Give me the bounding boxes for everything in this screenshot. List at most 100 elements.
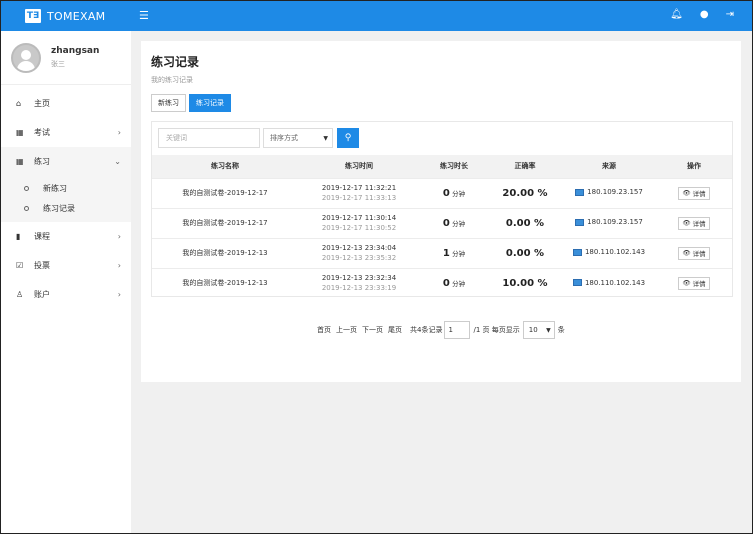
calendar-icon: ▦ bbox=[16, 128, 24, 137]
sidebar-item-vote[interactable]: ☑ 投票 › bbox=[1, 251, 131, 280]
time-end: 2019-12-13 23:35:32 bbox=[321, 254, 397, 262]
chevron-right-icon: › bbox=[117, 290, 121, 299]
caret-down-icon: ▼ bbox=[546, 326, 551, 334]
practice-action: 👁︎ 详情 bbox=[656, 237, 732, 268]
next-page-link[interactable]: 下一页 bbox=[362, 325, 383, 335]
column-header[interactable]: 正确率 bbox=[488, 155, 562, 178]
topbar: T∃ TOMEXAM ☰ 🔔︎ ● ⇥ bbox=[1, 1, 752, 31]
detail-button-label: 详情 bbox=[692, 280, 706, 289]
sidebar-item-course[interactable]: ▮ 课程 › bbox=[1, 222, 131, 251]
practice-time: 2019-12-13 23:34:04 2019-12-13 23:35:32 bbox=[298, 237, 420, 268]
table-row: 我的自测试卷-2019-12-17 2019-12-17 11:30:14 20… bbox=[152, 207, 732, 238]
computer-icon bbox=[575, 218, 585, 226]
username: zhangsan bbox=[51, 46, 100, 56]
page-title: 练习记录 bbox=[151, 55, 200, 69]
eye-icon: 👁︎ bbox=[682, 249, 691, 257]
app-name: TOMEXAM bbox=[47, 9, 106, 23]
hamburger-icon[interactable]: ☰ bbox=[139, 9, 149, 22]
time-end: 2019-12-13 23:33:19 bbox=[321, 284, 397, 293]
accuracy-value: 0.00 % bbox=[505, 217, 545, 229]
accuracy-value: 0.00 % bbox=[505, 247, 545, 259]
column-header[interactable]: 练习时长 bbox=[420, 155, 488, 178]
practice-duration: 0 分钟 bbox=[420, 177, 488, 208]
app-frame: T∃ TOMEXAM ☰ 🔔︎ ● ⇥ zhangsan 张三 ⌂ 主页 ▦ 考… bbox=[0, 0, 753, 534]
practice-accuracy: 0.00 % bbox=[488, 237, 562, 268]
duration-value: 0 bbox=[442, 217, 450, 229]
table-row: 我的自测试卷-2019-12-13 2019-12-13 23:34:04 20… bbox=[152, 237, 732, 268]
column-header[interactable]: 练习时间 bbox=[298, 155, 420, 178]
sort-select[interactable]: 排序方式 ▼ bbox=[263, 128, 333, 148]
accuracy-value: 20.00 % bbox=[502, 187, 548, 199]
column-header: 操作 bbox=[656, 155, 732, 178]
detail-button[interactable]: 👁︎ 详情 bbox=[678, 186, 710, 200]
tab-practice-records[interactable]: 练习记录 bbox=[189, 94, 231, 112]
main-area: 练习记录 我的练习记录 新练习 练习记录 关键词 排序方式 ▼ ⚲ 练习名称 练… bbox=[131, 31, 752, 533]
duration-unit: 分钟 bbox=[452, 189, 466, 198]
page-subtitle: 我的练习记录 bbox=[151, 76, 193, 84]
practice-time: 2019-12-17 11:30:14 2019-12-17 11:30:52 bbox=[298, 207, 420, 238]
time-start: 2019-12-13 23:34:04 bbox=[321, 244, 397, 252]
prev-page-link[interactable]: 上一页 bbox=[336, 325, 357, 335]
search-button[interactable]: ⚲ bbox=[337, 128, 359, 148]
practice-name: 我的自测试卷-2019-12-13 bbox=[152, 237, 298, 268]
top-icons: 🔔︎ ● ⇥ bbox=[670, 9, 734, 20]
sidebar-item-home[interactable]: ⌂ 主页 bbox=[1, 89, 131, 118]
chevron-down-icon: ⌄ bbox=[114, 157, 121, 166]
sidebar-subitem-practice-records[interactable]: 练习记录 bbox=[1, 198, 131, 218]
brand[interactable]: T∃ TOMEXAM bbox=[1, 1, 131, 31]
logout-icon[interactable]: ⇥ bbox=[726, 9, 734, 20]
practice-time: 2019-12-17 11:32:21 2019-12-17 11:33:13 bbox=[298, 177, 420, 208]
page-number-input[interactable]: 1 bbox=[444, 321, 471, 339]
user-display-name: 张三 bbox=[51, 60, 65, 68]
detail-button-label: 详情 bbox=[692, 190, 706, 198]
user-circle-icon[interactable]: ● bbox=[700, 9, 709, 20]
user-panel: zhangsan 张三 bbox=[1, 31, 131, 85]
sidebar-item-account[interactable]: ♙ 账户 › bbox=[1, 280, 131, 309]
chevron-right-icon: › bbox=[117, 261, 121, 270]
sidebar-item-exam[interactable]: ▦ 考试 › bbox=[1, 118, 131, 147]
pagination: 首页 上一页 下一页 尾页 共4条记录 1 /1 页 每页显示 10 ▼ 条 bbox=[317, 321, 565, 339]
records-panel: 关键词 排序方式 ▼ ⚲ 练习名称 练习时间 练习时长 正确率 来源 操作 我的… bbox=[151, 121, 733, 298]
detail-button[interactable]: 👁︎ 详情 bbox=[678, 246, 710, 260]
source-ip: 180.109.23.157 bbox=[587, 188, 643, 197]
column-header[interactable]: 来源 bbox=[562, 155, 656, 178]
practice-duration: 0 分钟 bbox=[420, 207, 488, 238]
tab-new-practice[interactable]: 新练习 bbox=[151, 94, 186, 112]
time-start: 2019-12-17 11:30:14 bbox=[321, 214, 397, 222]
practice-time: 2019-12-13 23:32:34 2019-12-13 23:33:19 bbox=[298, 267, 420, 298]
computer-icon bbox=[572, 248, 582, 256]
sidebar-item-label: 账户 bbox=[34, 290, 50, 299]
page-size-value: 10 bbox=[528, 326, 538, 334]
sidebar-subitem-new-practice[interactable]: 新练习 bbox=[1, 178, 131, 198]
practice-name: 我的自测试卷-2019-12-17 bbox=[152, 207, 298, 238]
first-page-link[interactable]: 首页 bbox=[317, 325, 331, 335]
book-icon: ▮ bbox=[16, 232, 21, 241]
keyword-input[interactable]: 关键词 bbox=[158, 128, 260, 148]
duration-unit: 分钟 bbox=[452, 279, 466, 288]
eye-icon: 👁︎ bbox=[682, 279, 691, 288]
bell-icon[interactable]: 🔔︎ bbox=[670, 9, 683, 20]
time-start: 2019-12-17 11:32:21 bbox=[321, 184, 397, 192]
source-ip: 180.110.102.143 bbox=[584, 248, 646, 257]
practice-duration: 0 分钟 bbox=[420, 267, 488, 298]
page-size-select[interactable]: 10 ▼ bbox=[522, 321, 555, 339]
practice-accuracy: 0.00 % bbox=[488, 207, 562, 238]
detail-button[interactable]: 👁︎ 详情 bbox=[678, 216, 710, 230]
sidebar-item-practice[interactable]: ▦ 练习 ⌄ bbox=[1, 147, 131, 176]
table-row: 我的自测试卷-2019-12-17 2019-12-17 11:32:21 20… bbox=[152, 177, 732, 208]
sidebar-item-label: 练习 bbox=[34, 157, 50, 166]
computer-icon bbox=[572, 279, 582, 286]
column-header[interactable]: 练习名称 bbox=[152, 155, 298, 178]
total-records: 共4条记录 bbox=[410, 326, 443, 334]
caret-down-icon: ▼ bbox=[323, 134, 328, 142]
last-page-link[interactable]: 尾页 bbox=[388, 325, 402, 335]
sidebar-item-label: 课程 bbox=[34, 232, 50, 241]
detail-button[interactable]: 👁︎ 详情 bbox=[678, 276, 710, 290]
content-card: 练习记录 我的练习记录 新练习 练习记录 关键词 排序方式 ▼ ⚲ 练习名称 练… bbox=[141, 41, 741, 382]
page-info: /1 页 每页显示 bbox=[473, 326, 520, 334]
time-start: 2019-12-13 23:32:34 bbox=[321, 274, 397, 283]
sort-select-label: 排序方式 bbox=[270, 134, 298, 142]
table-row: 我的自测试卷-2019-12-13 2019-12-13 23:32:34 20… bbox=[152, 267, 732, 298]
duration-value: 1 bbox=[442, 247, 450, 259]
avatar bbox=[11, 42, 41, 73]
